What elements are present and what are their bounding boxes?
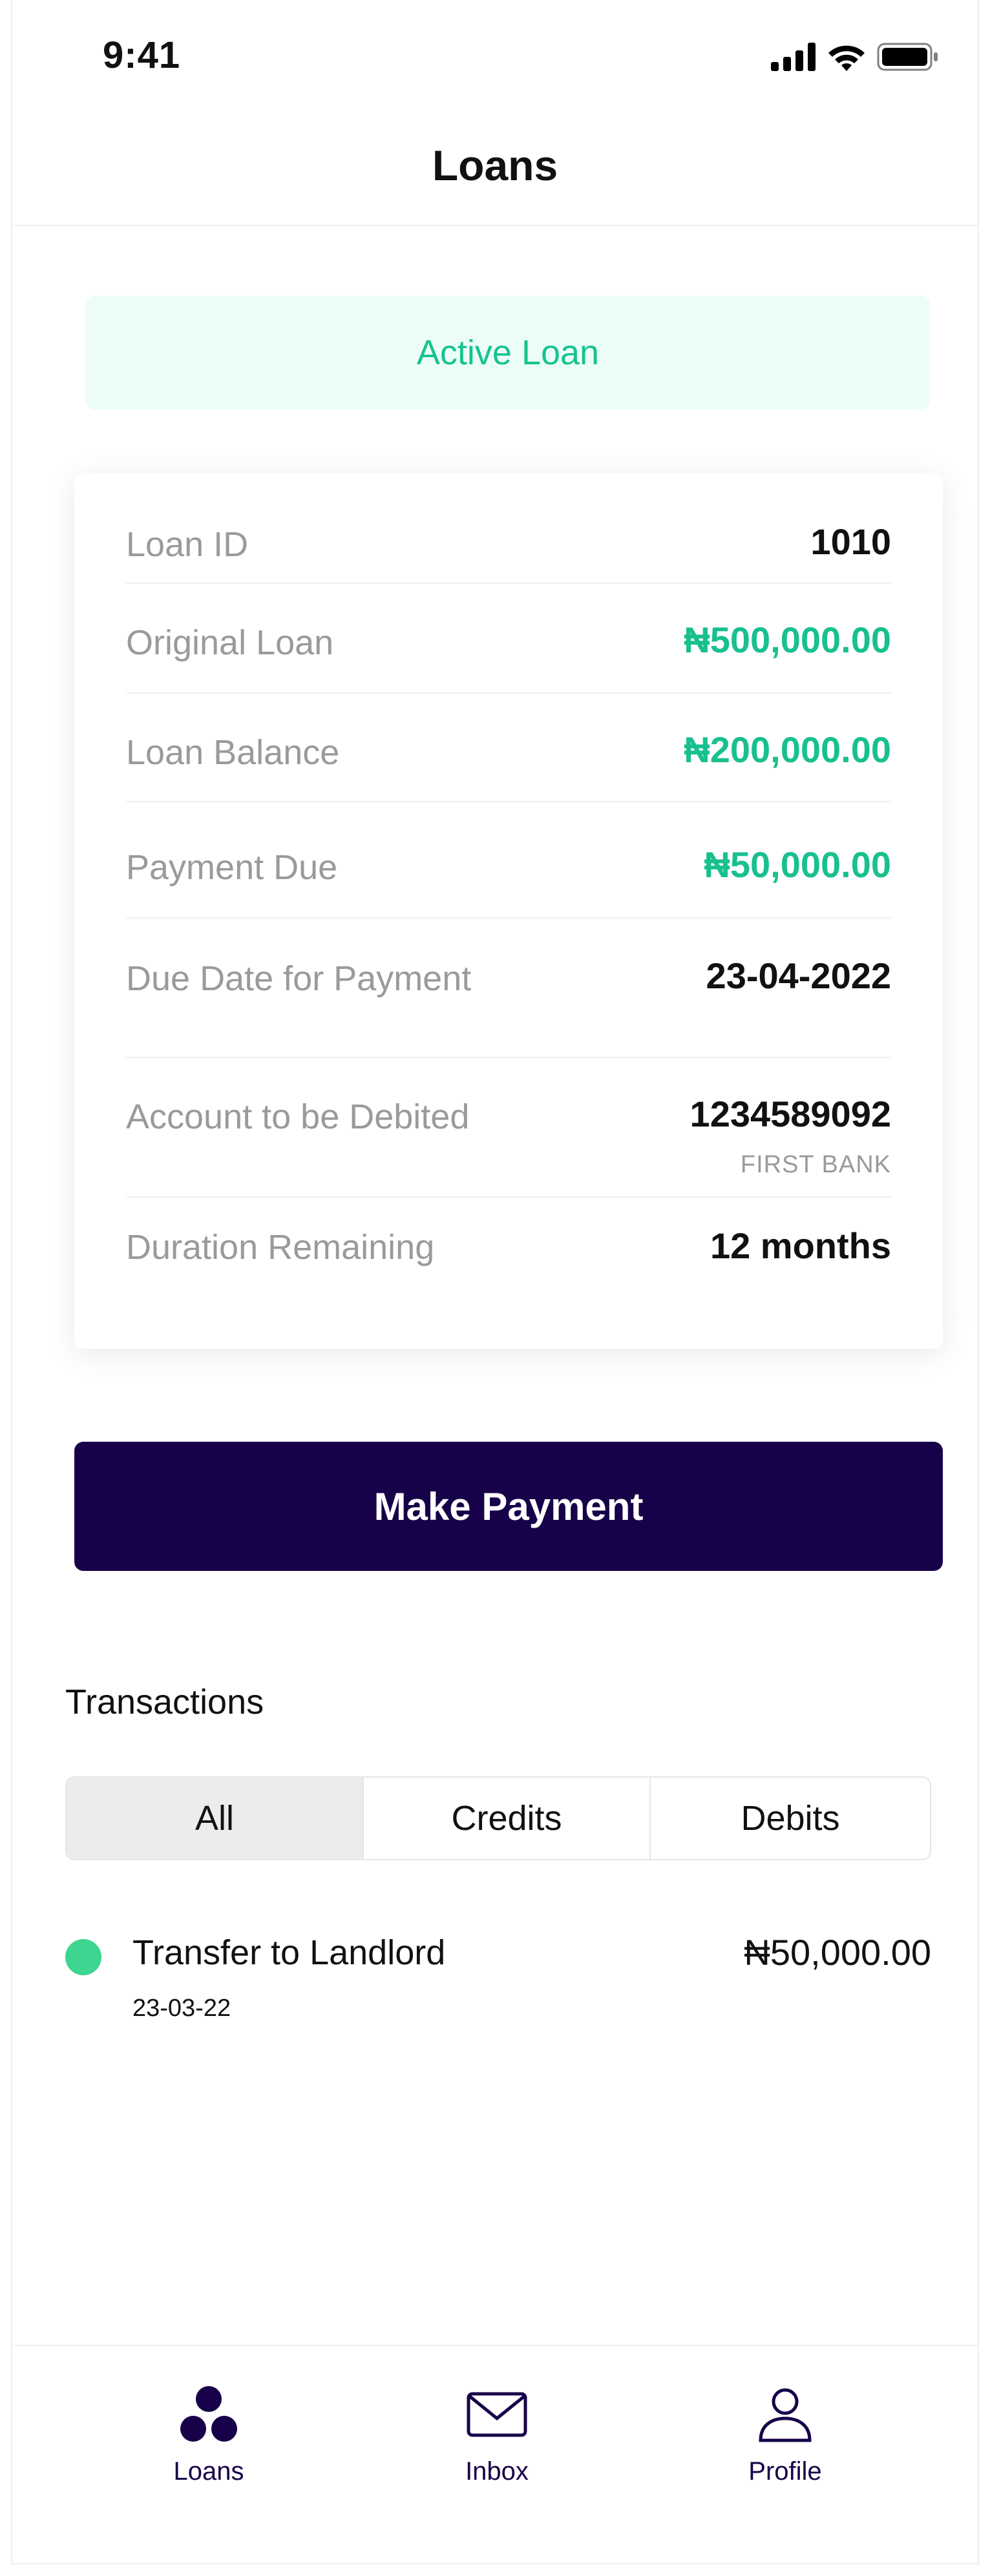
account-row: Account to be Debited 1234589092 FIRST B…: [126, 1057, 891, 1198]
account-label: Account to be Debited: [126, 1097, 470, 1136]
loan-balance-label: Loan Balance: [126, 733, 340, 772]
original-loan-row: Original Loan ₦500,000.00: [126, 583, 891, 694]
loan-id-label: Loan ID: [126, 525, 249, 564]
due-date-row: Due Date for Payment 23-04-2022: [126, 917, 891, 1058]
nav-item-profile[interactable]: Profile: [688, 2384, 882, 2486]
loan-details-card: Loan ID 1010 Original Loan ₦500,000.00 L…: [74, 473, 943, 1349]
tab-credits[interactable]: Credits: [363, 1778, 649, 1859]
duration-value: 12 months: [710, 1225, 891, 1266]
transaction-tabs: All Credits Debits: [65, 1776, 931, 1860]
status-time: 9:41: [103, 34, 181, 76]
header-divider: [12, 225, 978, 226]
transaction-item[interactable]: Transfer to Landlord 23-03-22 ₦50,000.00: [65, 1925, 931, 2041]
loan-balance-value: ₦200,000.00: [684, 729, 891, 770]
duration-label: Duration Remaining: [126, 1228, 435, 1267]
profile-icon: [688, 2384, 882, 2446]
loan-balance-row: Loan Balance ₦200,000.00: [126, 692, 891, 802]
nav-item-loans[interactable]: Loans: [112, 2384, 306, 2486]
due-date-value: 23-04-2022: [706, 955, 891, 996]
signal-icon: [771, 43, 816, 74]
payment-due-label: Payment Due: [126, 848, 338, 887]
loan-id-value: 1010: [810, 521, 891, 562]
original-loan-value: ₦500,000.00: [684, 619, 891, 660]
payment-due-row: Payment Due ₦50,000.00: [126, 801, 891, 919]
nav-item-inbox[interactable]: Inbox: [400, 2384, 594, 2486]
tab-all[interactable]: All: [67, 1778, 363, 1859]
bank-name: FIRST BANK: [740, 1151, 891, 1178]
bottom-nav-divider: [12, 2345, 978, 2346]
duration-row: Duration Remaining 12 months: [126, 1196, 891, 1313]
transaction-date: 23-03-22: [132, 1995, 231, 2022]
transactions-title: Transactions: [65, 1683, 264, 1721]
transaction-status-dot: [65, 1939, 101, 1975]
status-icons: [771, 43, 939, 74]
active-loan-banner: Active Loan: [86, 296, 930, 410]
loan-id-row: Loan ID 1010: [126, 473, 891, 584]
wifi-icon: [828, 43, 865, 74]
nav-label-profile: Profile: [748, 2457, 822, 2486]
transaction-title: Transfer to Landlord: [132, 1933, 446, 1972]
phone-screen: 9:41 Loans Active Loan Loan ID 1010 Orig…: [11, 0, 979, 2564]
page-title: Loans: [432, 141, 558, 189]
mail-icon: [400, 2384, 594, 2446]
account-value: 1234589092: [690, 1094, 891, 1134]
nav-label-loans: Loans: [173, 2457, 244, 2486]
nav-label-inbox: Inbox: [465, 2457, 529, 2486]
transaction-amount: ₦50,000.00: [744, 1932, 931, 1973]
tab-debits[interactable]: Debits: [649, 1778, 930, 1859]
battery-icon: [877, 43, 939, 74]
due-date-label: Due Date for Payment: [126, 959, 472, 998]
loans-icon: [112, 2384, 306, 2446]
active-loan-label: Active Loan: [416, 333, 600, 372]
make-payment-button[interactable]: Make Payment: [74, 1442, 943, 1571]
payment-due-value: ₦50,000.00: [704, 844, 891, 885]
original-loan-label: Original Loan: [126, 623, 334, 662]
